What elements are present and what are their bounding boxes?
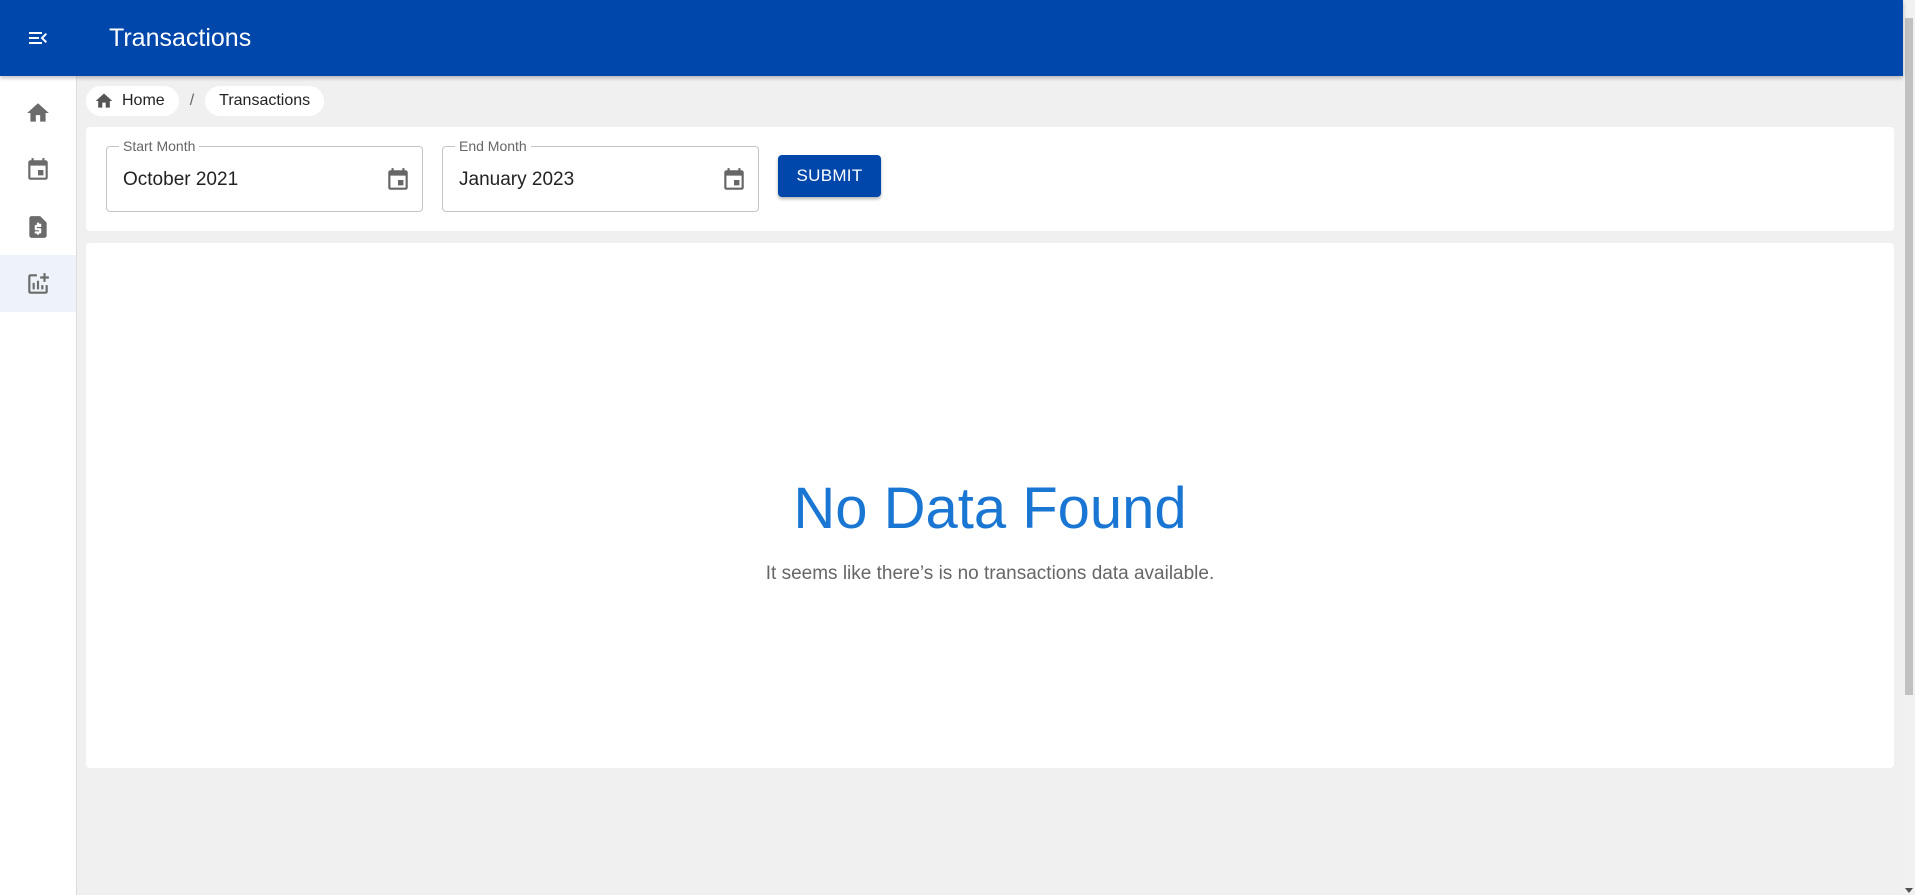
- start-month-label: Start Month: [119, 138, 200, 154]
- breadcrumb-current-label: Transactions: [219, 92, 311, 109]
- breadcrumb-separator: /: [189, 92, 195, 109]
- end-month-calendar-button[interactable]: [720, 166, 748, 194]
- start-month-field[interactable]: Start Month: [106, 138, 423, 212]
- start-month-calendar-button[interactable]: [384, 166, 412, 194]
- breadcrumb-home[interactable]: Home: [86, 86, 179, 116]
- invoice-dollar-icon: [29, 215, 47, 238]
- submit-button[interactable]: SUBMIT: [778, 155, 881, 197]
- sidebar: [0, 76, 77, 895]
- empty-state-message: It seems like there’s is no transactions…: [765, 563, 1215, 584]
- end-month-label: End Month: [455, 138, 531, 154]
- start-month-input[interactable]: [123, 169, 363, 191]
- scroll-down-arrow-icon[interactable]: [1905, 888, 1913, 893]
- sidebar-item-home[interactable]: [0, 84, 76, 141]
- breadcrumb-home-label: Home: [122, 92, 165, 109]
- breadcrumb: Home / Transactions: [86, 86, 325, 116]
- sidebar-item-calendar[interactable]: [0, 141, 76, 198]
- menu-open-icon: [29, 32, 47, 44]
- calendar-icon: [388, 168, 408, 190]
- menu-toggle-button[interactable]: [0, 0, 76, 76]
- sidebar-item-invoice[interactable]: [0, 198, 76, 255]
- calendar-icon: [28, 157, 48, 180]
- home-icon: [95, 93, 113, 108]
- vertical-scrollbar[interactable]: [1903, 0, 1915, 895]
- calendar-icon: [724, 168, 744, 190]
- results-panel: No Data Found It seems like there’s is n…: [86, 243, 1894, 768]
- app-bar: Transactions: [0, 0, 1903, 76]
- home-icon: [27, 102, 49, 122]
- end-month-input[interactable]: [459, 169, 699, 191]
- sidebar-item-transactions[interactable]: [0, 255, 76, 312]
- end-month-field[interactable]: End Month: [442, 138, 759, 212]
- breadcrumb-current[interactable]: Transactions: [205, 86, 325, 116]
- add-chart-icon: [28, 272, 49, 294]
- empty-state-title: No Data Found: [793, 476, 1187, 541]
- scrollbar-thumb[interactable]: [1905, 18, 1913, 695]
- filter-panel: Start Month End Month SUBMIT: [86, 127, 1894, 231]
- page-title: Transactions: [109, 23, 252, 52]
